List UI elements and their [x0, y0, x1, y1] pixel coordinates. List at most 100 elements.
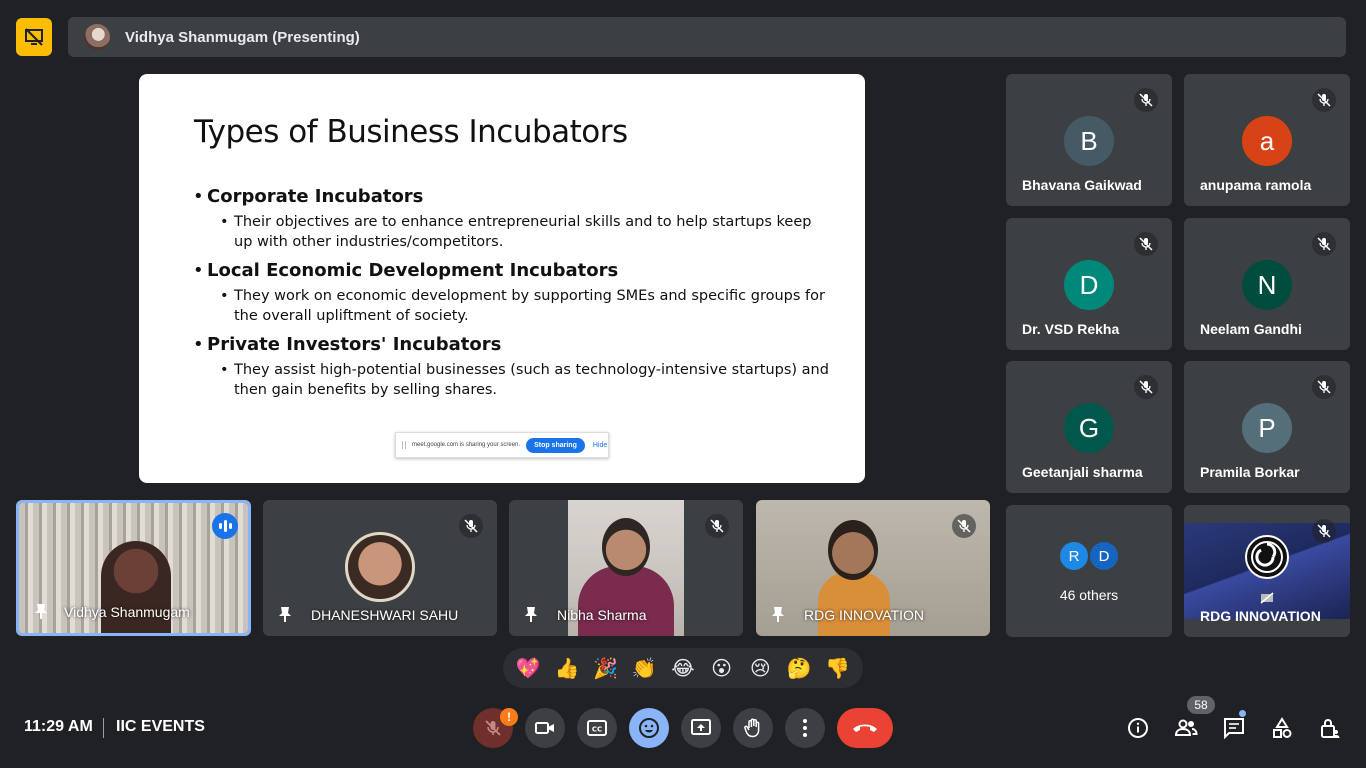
slide-bullet-text: Their objectives are to enhance entrepre…	[220, 213, 833, 252]
mic-off-icon	[1312, 519, 1336, 543]
others-count: 46 others	[1059, 587, 1119, 603]
participant-name: Pramila Borkar	[1200, 464, 1300, 480]
present-button[interactable]	[681, 708, 721, 748]
meeting-name: IIC EVENTS	[116, 718, 205, 735]
screen-share-bar: meet.google.com is sharing your screen. …	[395, 432, 609, 458]
mic-off-icon	[1312, 375, 1336, 399]
camera-icon	[535, 722, 554, 734]
obs-logo-icon	[1245, 535, 1289, 579]
video-off-icon	[1260, 591, 1274, 609]
participant-tile[interactable]: B Bhavana Gaikwad	[1006, 74, 1172, 206]
raise-hand-button[interactable]	[733, 708, 773, 748]
video-tile[interactable]: Nibha Sharma	[509, 500, 743, 636]
reaction-heart[interactable]: 💖	[512, 656, 544, 680]
info-icon	[1128, 718, 1148, 738]
participant-tile[interactable]: D Dr. VSD Rekha	[1006, 218, 1172, 350]
mic-off-icon	[1134, 375, 1158, 399]
mic-warning-badge: !	[500, 708, 518, 726]
hide-button[interactable]: Hide	[593, 442, 607, 449]
avatar: N	[1242, 260, 1292, 310]
camera-toggle-button[interactable]	[525, 708, 565, 748]
participant-name: Geetanjali sharma	[1022, 464, 1143, 480]
participant-tile[interactable]: RDG INNOVATION	[1184, 505, 1350, 637]
slide-bullet-text: They assist high-potential businesses (s…	[220, 361, 833, 400]
meeting-details-button[interactable]	[1122, 712, 1154, 744]
pin-icon[interactable]	[521, 604, 541, 624]
slide-title: Types of Business Incubators	[194, 114, 628, 150]
shapes-icon	[1273, 717, 1292, 738]
reactions-bar: 💖 👍 🎉 👏 😂 😮 😢 🤔 👎	[503, 648, 863, 688]
slide-bullet-heading: Corporate Incubators	[193, 186, 833, 207]
person-head	[602, 518, 650, 576]
others-tile[interactable]: R D 46 others	[1006, 505, 1172, 637]
reaction-thumbs-up[interactable]: 👍	[551, 656, 583, 680]
pin-icon[interactable]	[31, 601, 51, 621]
present-screen-icon	[691, 719, 711, 735]
reaction-thinking[interactable]: 🤔	[783, 656, 815, 680]
mic-off-icon	[1134, 88, 1158, 112]
participant-name: Bhavana Gaikwad	[1022, 177, 1142, 193]
avatar: G	[1064, 403, 1114, 453]
leave-call-button[interactable]	[837, 708, 893, 748]
mic-off-icon	[459, 514, 483, 538]
presentation-icon[interactable]	[16, 18, 52, 56]
video-tile[interactable]: RDG INNOVATION	[756, 500, 990, 636]
drag-handle[interactable]	[402, 441, 406, 449]
person-silhouette	[101, 541, 171, 633]
participant-name: RDG INNOVATION	[804, 607, 925, 623]
reaction-sad[interactable]: 😢	[744, 656, 776, 680]
participant-tile[interactable]: G Geetanjali sharma	[1006, 361, 1172, 493]
hang-up-icon	[853, 724, 877, 732]
video-tile-active-speaker[interactable]: Vidhya Shanmugam	[16, 500, 251, 636]
unread-dot	[1239, 710, 1246, 717]
host-controls-button[interactable]	[1314, 712, 1346, 744]
participant-name: Neelam Gandhi	[1200, 321, 1302, 337]
captions-button[interactable]: CC	[577, 708, 617, 748]
presenter-bar: Vidhya Shanmugam (Presenting)	[68, 17, 1346, 57]
speaking-indicator-icon	[212, 513, 238, 539]
chat-icon	[1224, 718, 1244, 739]
reaction-surprised[interactable]: 😮	[706, 656, 738, 680]
chat-button[interactable]	[1218, 712, 1250, 744]
participant-name: Dr. VSD Rekha	[1022, 321, 1120, 337]
hand-icon	[744, 718, 760, 738]
person-body	[818, 572, 890, 636]
reaction-clap[interactable]: 👏	[628, 656, 660, 680]
others-avatars: R D	[1058, 540, 1122, 572]
more-options-button[interactable]	[785, 708, 825, 748]
mic-off-icon	[1312, 232, 1336, 256]
reactions-button[interactable]	[629, 708, 669, 748]
participant-name: Vidhya Shanmugam	[64, 604, 190, 620]
lock-person-icon	[1321, 719, 1340, 738]
pin-icon[interactable]	[275, 604, 295, 624]
participant-tile[interactable]: N Neelam Gandhi	[1184, 218, 1350, 350]
mic-off-icon	[1312, 88, 1336, 112]
stop-sharing-button[interactable]: Stop sharing	[526, 437, 585, 453]
divider	[103, 718, 104, 738]
presenter-title: Vidhya Shanmugam (Presenting)	[125, 28, 360, 46]
participant-tile[interactable]: P Pramila Borkar	[1184, 361, 1350, 493]
participant-photo	[345, 532, 415, 602]
people-button[interactable]	[1170, 712, 1202, 744]
slide-bullet-heading: Private Investors' Incubators	[193, 334, 833, 355]
avatar: P	[1242, 403, 1292, 453]
avatar: a	[1242, 116, 1292, 166]
emoji-icon	[639, 718, 659, 738]
activities-button[interactable]	[1266, 712, 1298, 744]
closed-captions-icon: CC	[587, 720, 607, 736]
slide-bullets: Corporate Incubators Their objectives ar…	[193, 184, 833, 408]
mic-off-icon	[952, 514, 976, 538]
avatar: R	[1058, 540, 1090, 572]
slide-bullet-heading: Local Economic Development Incubators	[193, 260, 833, 281]
reaction-thumbs-down[interactable]: 👎	[822, 656, 854, 680]
presenter-avatar	[84, 24, 110, 50]
reaction-laugh[interactable]: 😂	[667, 656, 699, 680]
participant-tile[interactable]: a anupama ramola	[1184, 74, 1350, 206]
video-tile[interactable]: DHANESHWARI SAHU	[263, 500, 497, 636]
reaction-party[interactable]: 🎉	[590, 656, 622, 680]
slide-bullet-text: They work on economic development by sup…	[220, 287, 833, 326]
pinned-icon[interactable]	[768, 604, 788, 624]
participant-name: anupama ramola	[1200, 177, 1312, 193]
avatar: D	[1088, 540, 1120, 572]
people-icon	[1174, 719, 1198, 736]
